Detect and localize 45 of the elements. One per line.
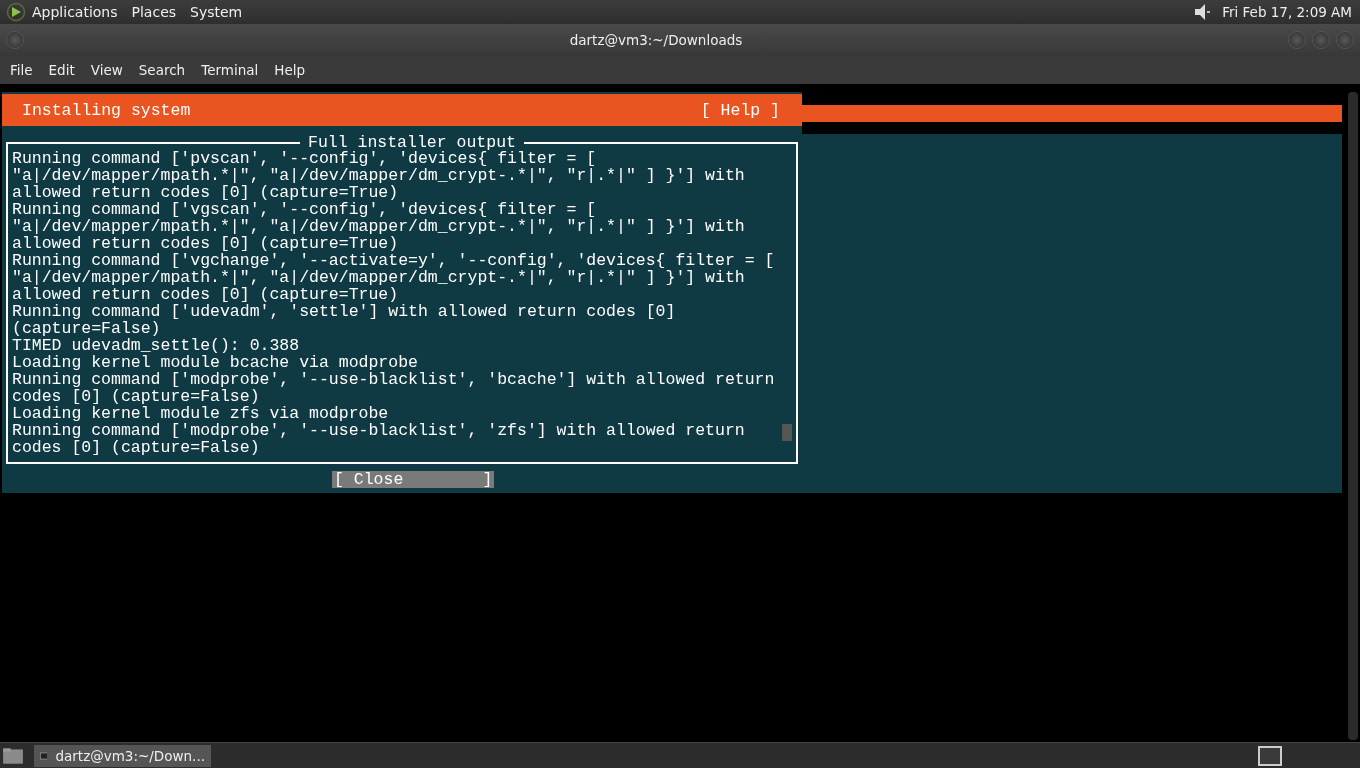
scrollbar-thumb[interactable] bbox=[782, 424, 792, 441]
menu-item[interactable]: Edit bbox=[40, 62, 83, 78]
menu-item[interactable]: Search bbox=[130, 62, 194, 78]
maximize-icon[interactable] bbox=[1312, 31, 1330, 49]
scrollbar[interactable] bbox=[1348, 92, 1358, 740]
output-line: codes [0] (capture=False) bbox=[12, 388, 260, 405]
close-button[interactable]: [ Close ] bbox=[332, 471, 495, 488]
output-line: "a|/dev/mapper/mpath.*|", "a|/dev/mapper/dm_crypt-.*|", "r|.*|" ] }'] with bbox=[12, 269, 745, 286]
header-title: Installing system bbox=[22, 100, 191, 120]
clock[interactable]: Fri Feb 17, 2:09 AM bbox=[1222, 4, 1352, 20]
logo-icon[interactable] bbox=[6, 2, 26, 22]
dialog-title: Full installer output bbox=[300, 134, 524, 151]
output-line: allowed return codes [0] (capture=True) bbox=[12, 286, 399, 303]
folder-icon[interactable] bbox=[2, 747, 24, 765]
output-line: Running command ['udevadm', 'settle'] with allowed return codes [0] bbox=[12, 303, 676, 320]
output-line: Running command ['modprobe', '--use-blacklist', 'zfs'] with allowed return bbox=[12, 422, 745, 439]
output-line: allowed return codes [0] (capture=True) bbox=[12, 184, 399, 201]
output-line: TIMED udevadm_settle(): 0.388 bbox=[12, 337, 300, 354]
output-line: Running command ['vgchange', '--activate=y', '--config', 'devices{ filter = [ bbox=[12, 252, 775, 269]
menu-item[interactable]: View bbox=[82, 62, 131, 78]
output-line: codes [0] (capture=False) bbox=[12, 439, 260, 456]
output-line: allowed return codes [0] (capture=True) bbox=[12, 235, 399, 252]
speaker-icon[interactable] bbox=[1192, 2, 1213, 22]
output-line: Running command ['vgscan', '--config', 'devices{ filter = [ bbox=[12, 201, 597, 218]
output-line: Loading kernel module bcache via modprobe bbox=[12, 354, 418, 371]
menu-item[interactable]: Terminal bbox=[193, 62, 267, 78]
output-line: "a|/dev/mapper/mpath.*|", "a|/dev/mapper/dm_crypt-.*|", "r|.*|" ] }'] with bbox=[12, 218, 745, 235]
menu-item[interactable]: File bbox=[2, 62, 41, 78]
close-icon[interactable] bbox=[1336, 31, 1354, 49]
output-line: (capture=False) bbox=[12, 320, 161, 337]
panel-menu[interactable]: Places bbox=[131, 4, 177, 20]
terminal-icon bbox=[40, 749, 48, 763]
help-button[interactable]: [ Help ] bbox=[700, 100, 780, 120]
workspace-switcher[interactable] bbox=[1258, 746, 1282, 766]
window-title: dartz@vm3:~/Downloads bbox=[568, 32, 744, 48]
minimize-icon[interactable] bbox=[1288, 31, 1306, 49]
output-line: Running command ['modprobe', '--use-blacklist', 'bcache'] with allowed return bbox=[12, 371, 775, 388]
taskbar-button[interactable]: dartz@vm3:~/Down... bbox=[34, 745, 211, 767]
menu-item[interactable]: Help bbox=[266, 62, 314, 78]
window-menu-icon[interactable] bbox=[6, 31, 24, 49]
output-line: Loading kernel module zfs via modprobe bbox=[12, 405, 389, 422]
output-line: "a|/dev/mapper/mpath.*|", "a|/dev/mapper/dm_crypt-.*|", "r|.*|" ] }'] with bbox=[12, 167, 745, 184]
panel-menu[interactable]: System bbox=[190, 4, 243, 20]
panel-menu[interactable]: Applications bbox=[32, 4, 118, 20]
output-line: Running command ['pvscan', '--config', 'devices{ filter = [ bbox=[12, 150, 597, 167]
